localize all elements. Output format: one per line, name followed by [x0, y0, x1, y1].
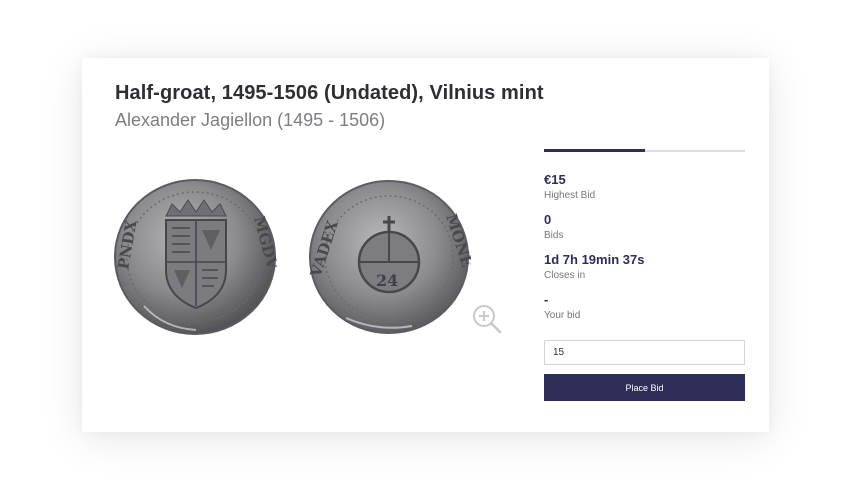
- closes-in-label: Closes in: [544, 270, 586, 281]
- closes-in-stat: 1d 7h 19min 37s Closes in: [544, 252, 644, 282]
- svg-text:24: 24: [376, 271, 398, 290]
- auction-time-progress: [544, 149, 745, 152]
- lot-card: Half-groat, 1495-1506 (Undated), Vilnius…: [82, 58, 769, 432]
- coin-obverse-image[interactable]: PNDX MGDV: [114, 178, 277, 336]
- your-bid-stat: - Your bid: [544, 292, 580, 322]
- your-bid-label: Your bid: [544, 310, 581, 321]
- highest-bid-label: Highest Bid: [544, 190, 596, 201]
- bids-count-label: Bids: [544, 230, 564, 241]
- auction-time-progress-fill: [544, 149, 645, 152]
- highest-bid-stat: €15 Highest Bid: [544, 172, 595, 202]
- your-bid-value: -: [544, 292, 549, 307]
- place-bid-button[interactable]: Place Bid: [544, 374, 745, 401]
- page: Half-groat, 1495-1506 (Undated), Vilnius…: [0, 0, 851, 495]
- bids-stat: 0 Bids: [544, 212, 563, 242]
- lot-subtitle: Alexander Jagiellon (1495 - 1506): [115, 110, 386, 130]
- coin-reverse-image[interactable]: 24 VADEX MONE: [308, 178, 471, 336]
- highest-bid-value: €15: [544, 172, 566, 187]
- closes-in-value: 1d 7h 19min 37s: [544, 252, 645, 267]
- lot-title: Half-groat, 1495-1506 (Undated), Vilnius…: [115, 82, 544, 104]
- zoom-in-icon[interactable]: [470, 302, 504, 336]
- bids-count-value: 0: [544, 212, 552, 227]
- bid-amount-input[interactable]: [544, 340, 745, 365]
